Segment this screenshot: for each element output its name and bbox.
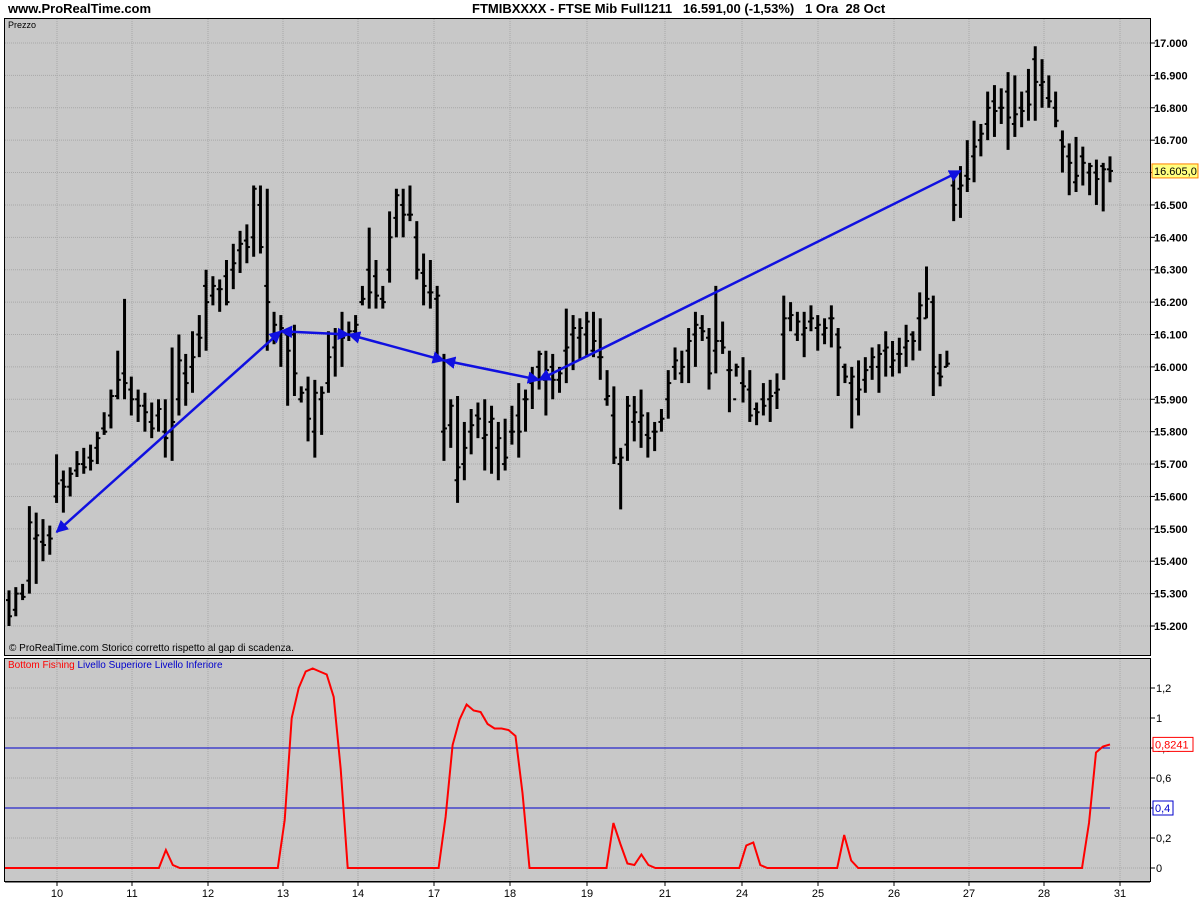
indicator-axis-label: 0 [1156,863,1162,875]
x-axis-label: 17 [428,888,440,900]
price-axis-label: 16.500 [1154,200,1188,212]
price-axis-label: 16.400 [1154,232,1188,244]
x-axis-label: 13 [277,888,289,900]
x-axis-label: 28 [1038,888,1050,900]
price-axis-label: 16.800 [1154,103,1188,115]
trendline-segment [537,169,962,381]
chart-canvas: 15.200 15.300 15.400 15.500 15.600 15.700 15.8… [5,19,1199,900]
trendline-segment [347,331,446,364]
x-axis-label: 12 [202,888,214,900]
price-axis-label: 16.300 [1154,265,1188,277]
trendline-segment [442,356,541,384]
indicator-axis-label: 1 [1156,713,1162,725]
indicator-last-value-label: 0,8241 [1155,739,1189,751]
price-axis-label: 17.000 [1154,38,1188,50]
price-axis-label: 16.000 [1154,362,1188,374]
x-axis-label: 21 [659,888,671,900]
x-axis-label: 19 [581,888,593,900]
x-axis-label: 11 [126,888,137,900]
x-axis-label: 24 [736,888,748,900]
price-axis-label: 16.900 [1154,70,1188,82]
last-price-label: 16.605,0 [1154,166,1197,178]
x-axis-label: 31 [1114,888,1126,900]
x-axis-label: 25 [812,888,824,900]
x-axis-label: 14 [352,888,364,900]
price-axis-label: 16.100 [1154,330,1188,342]
price-axis-label: 15.200 [1154,621,1188,633]
price-axis-label: 15.300 [1154,589,1188,601]
price-axis-label: 15.800 [1154,427,1188,439]
x-axis-label: 10 [51,888,63,900]
price-axis-label: 15.900 [1154,394,1188,406]
price-axis-label: 15.700 [1154,459,1188,471]
x-axis-label: 26 [888,888,900,900]
price-axis-label: 16.200 [1154,297,1188,309]
price-axis-label: 15.600 [1154,491,1188,503]
indicator-axis-label: 0,6 [1156,773,1171,785]
indicator-axis-label: 1,2 [1156,683,1171,695]
price-axis-label: 15.500 [1154,524,1188,536]
x-axis-label: 18 [504,888,516,900]
x-axis-label: 27 [963,888,975,900]
lower-level-value-label: 0,4 [1155,803,1170,815]
indicator-axis-label: 0,2 [1156,833,1171,845]
price-axis-label: 15.400 [1154,556,1188,568]
price-axis-label: 16.700 [1154,135,1188,147]
